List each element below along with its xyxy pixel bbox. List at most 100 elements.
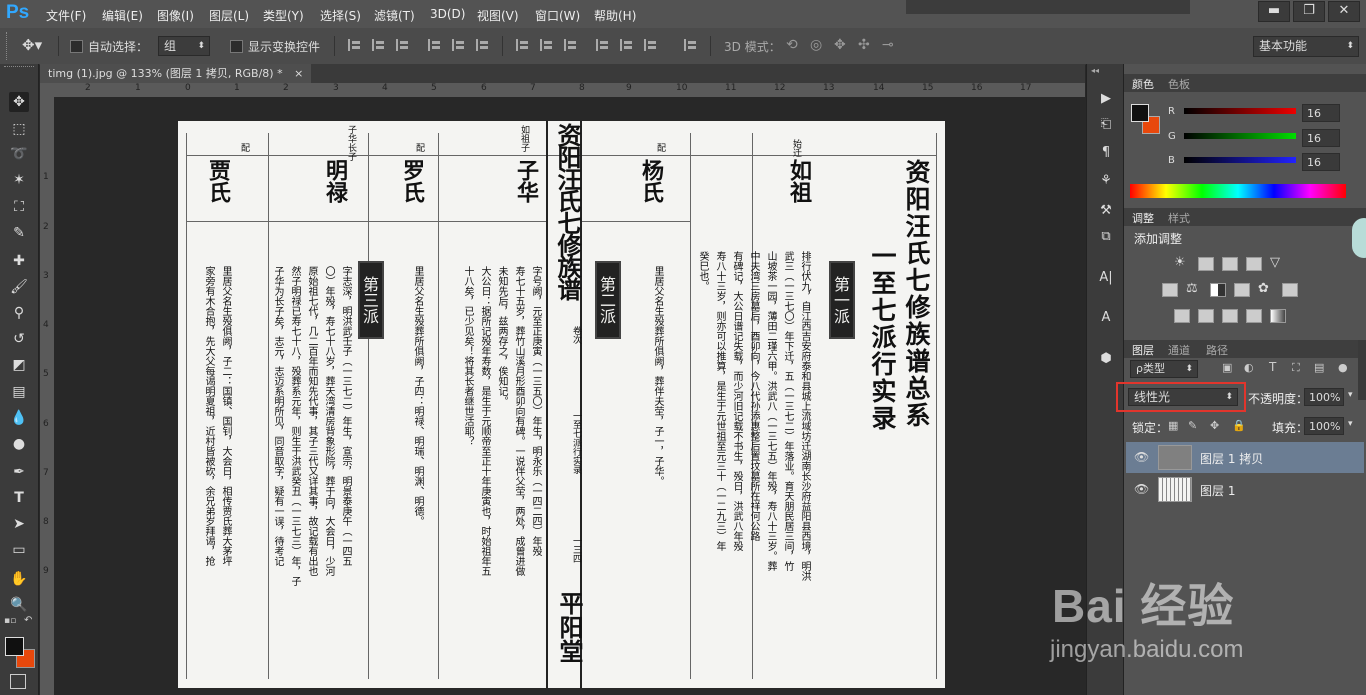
- layer-row-selected[interactable]: 👁 图层 1 拷贝: [1126, 442, 1364, 473]
- auto-align-layers-icon[interactable]: [684, 39, 699, 51]
- filter-pixel-icon[interactable]: ▣: [1222, 361, 1232, 374]
- horizontal-ruler[interactable]: 2 1 0 1 2 3 4 5 6 7 8 9 10 11 12 13 14 1…: [40, 83, 1085, 97]
- distribute-bottom-icon[interactable]: [564, 39, 579, 51]
- lock-transparent-icon[interactable]: ▦: [1168, 419, 1178, 432]
- foreground-color-swatch[interactable]: [5, 637, 24, 656]
- crop-tool-icon[interactable]: ⛶: [9, 197, 29, 217]
- slide-3d-icon[interactable]: ✣: [858, 37, 870, 53]
- tab-styles[interactable]: 样式: [1168, 210, 1190, 226]
- opacity-input[interactable]: 100%: [1304, 388, 1344, 406]
- tab-adjustments[interactable]: 调整: [1132, 210, 1154, 226]
- menu-window[interactable]: 窗口(W): [535, 7, 580, 24]
- brightness-icon[interactable]: ☀: [1174, 256, 1190, 271]
- paragraph-icon[interactable]: ¶: [1097, 144, 1115, 162]
- align-vcenter-icon[interactable]: [372, 39, 387, 51]
- menu-image[interactable]: 图像(I): [157, 7, 194, 24]
- align-bottom-icon[interactable]: [396, 39, 411, 51]
- minimize-button[interactable]: ▬: [1258, 1, 1290, 22]
- swap-colors-icon[interactable]: ↶: [24, 615, 32, 626]
- scale-3d-icon[interactable]: ⊸: [882, 37, 894, 53]
- menu-select[interactable]: 选择(S): [320, 7, 361, 24]
- distribute-left-icon[interactable]: [596, 39, 611, 51]
- color-balance-icon[interactable]: ⚖: [1186, 282, 1202, 297]
- show-transform-checkbox[interactable]: [230, 40, 243, 53]
- red-input[interactable]: 16: [1302, 104, 1340, 122]
- marquee-tool-icon[interactable]: ⬚: [9, 119, 29, 139]
- red-slider[interactable]: [1184, 108, 1296, 114]
- history-brush-tool-icon[interactable]: ↺: [9, 329, 29, 349]
- rotate-3d-icon[interactable]: ⟲: [786, 37, 798, 53]
- quick-mask-icon[interactable]: [10, 674, 26, 689]
- restore-button[interactable]: ❐: [1293, 1, 1325, 22]
- pen-tool-icon[interactable]: ✒: [9, 462, 29, 482]
- roll-3d-icon[interactable]: ◎: [810, 37, 822, 53]
- distribute-vcenter-icon[interactable]: [540, 39, 555, 51]
- close-tab-icon[interactable]: ×: [294, 67, 303, 80]
- distribute-hcenter-icon[interactable]: [620, 39, 635, 51]
- vertical-ruler[interactable]: 1 2 3 4 5 6 7 8 9: [40, 97, 54, 695]
- gradient-tool-icon[interactable]: ▤: [9, 382, 29, 402]
- exposure-icon[interactable]: [1246, 257, 1262, 271]
- curves-icon[interactable]: [1222, 257, 1238, 271]
- tab-layers[interactable]: 图层: [1132, 342, 1154, 358]
- blur-tool-icon[interactable]: 💧: [9, 408, 29, 428]
- clone-stamp-tool-icon[interactable]: ⚲: [9, 303, 29, 323]
- align-top-icon[interactable]: [348, 39, 363, 51]
- distribute-top-icon[interactable]: [516, 39, 531, 51]
- 3d-panel-icon[interactable]: ⬢: [1097, 350, 1115, 368]
- brush-presets-icon[interactable]: ⚘: [1097, 172, 1115, 190]
- green-slider[interactable]: [1184, 133, 1296, 139]
- tool-presets-icon[interactable]: ⚒: [1097, 202, 1115, 220]
- move-tool-preset-icon[interactable]: ✥▾: [22, 36, 42, 54]
- color-lookup-icon[interactable]: [1282, 283, 1298, 297]
- eraser-tool-icon[interactable]: ◩: [9, 355, 29, 375]
- close-button[interactable]: ✕: [1328, 1, 1360, 22]
- collapse-dock-icon[interactable]: ◂◂: [1091, 66, 1099, 75]
- photo-filter-icon[interactable]: [1234, 283, 1250, 297]
- path-selection-tool-icon[interactable]: ➤: [9, 514, 29, 534]
- document-tab[interactable]: timg (1).jpg @ 133% (图层 1 拷贝, RGB/8) * ×: [40, 64, 312, 83]
- layer-filter-dropdown[interactable]: ρ类型 ⬍: [1130, 360, 1198, 378]
- filter-smart-object-icon[interactable]: ▤: [1314, 361, 1324, 374]
- menu-layer[interactable]: 图层(L): [209, 7, 249, 24]
- color-spectrum[interactable]: [1130, 184, 1346, 198]
- opacity-dropdown-arrow[interactable]: ▾: [1348, 390, 1353, 400]
- eye-icon[interactable]: 👁: [1134, 482, 1149, 496]
- magic-wand-tool-icon[interactable]: ✶: [9, 170, 29, 190]
- blue-input[interactable]: 16: [1302, 153, 1340, 171]
- auto-select-checkbox[interactable]: [70, 40, 83, 53]
- align-right-icon[interactable]: [476, 39, 491, 51]
- eye-icon[interactable]: 👁: [1134, 450, 1149, 464]
- posterize-icon[interactable]: [1198, 309, 1214, 323]
- hand-tool-icon[interactable]: ✋: [9, 569, 29, 589]
- clone-source-icon[interactable]: ⧉: [1097, 228, 1115, 246]
- history-icon[interactable]: ⎗: [1097, 116, 1115, 134]
- brush-tool-icon[interactable]: 🖌: [9, 277, 29, 297]
- filter-shape-icon[interactable]: ⛶: [1292, 361, 1300, 375]
- tab-swatches[interactable]: 色板: [1168, 76, 1190, 92]
- menu-3d[interactable]: 3D(D): [430, 7, 465, 21]
- levels-icon[interactable]: [1198, 257, 1214, 271]
- workspace-dropdown[interactable]: 基本功能 ⬍: [1253, 36, 1359, 57]
- dodge-tool-icon[interactable]: ●: [9, 434, 29, 454]
- invert-icon[interactable]: [1174, 309, 1190, 323]
- lasso-tool-icon[interactable]: ➰: [9, 144, 29, 164]
- play-action-icon[interactable]: ▶: [1097, 90, 1115, 108]
- tab-channels[interactable]: 通道: [1168, 342, 1190, 358]
- zoom-tool-icon[interactable]: 🔍: [9, 595, 29, 615]
- filter-type-icon[interactable]: T: [1269, 360, 1276, 374]
- distribute-right-icon[interactable]: [644, 39, 659, 51]
- threshold-icon[interactable]: [1222, 309, 1238, 323]
- type-tool-icon[interactable]: T: [9, 488, 29, 508]
- black-white-icon[interactable]: [1210, 283, 1226, 297]
- foreground-color-swatch[interactable]: [1131, 104, 1149, 122]
- drag-3d-icon[interactable]: ✥: [834, 37, 846, 53]
- rectangle-tool-icon[interactable]: ▭: [9, 540, 29, 560]
- move-tool-icon[interactable]: ✥: [9, 92, 29, 112]
- character-icon[interactable]: A|: [1097, 269, 1115, 287]
- blend-mode-dropdown[interactable]: 线性光 ⬍: [1128, 388, 1238, 406]
- fill-input[interactable]: 100%: [1304, 417, 1344, 435]
- blue-slider[interactable]: [1184, 157, 1296, 163]
- lock-pixels-icon[interactable]: ✎: [1188, 419, 1197, 432]
- fill-dropdown-arrow[interactable]: ▾: [1348, 419, 1353, 429]
